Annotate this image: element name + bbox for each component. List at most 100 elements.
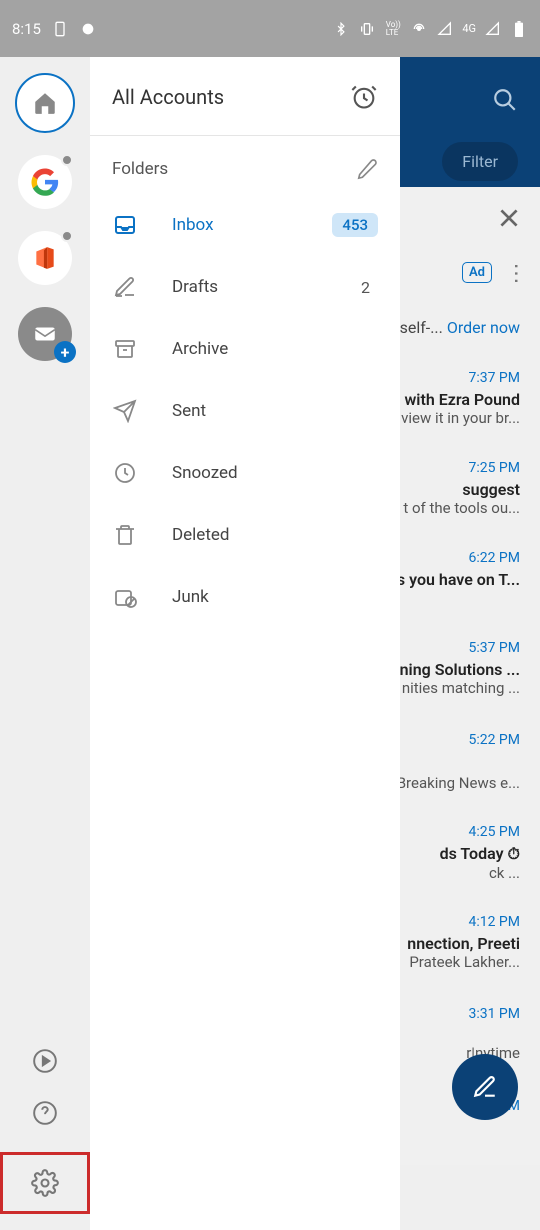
mail-time: 7:37 PM — [401, 370, 520, 386]
folder-snoozed[interactable]: Snoozed — [90, 442, 400, 504]
sent-icon — [112, 398, 138, 424]
account-rail: + — [0, 57, 90, 1230]
phone-icon — [51, 20, 69, 38]
folders-label: Folders — [112, 159, 168, 179]
account-home[interactable] — [15, 73, 75, 133]
bluetooth-icon — [332, 20, 350, 38]
add-account[interactable]: + — [18, 307, 72, 361]
signal-icon-2 — [484, 20, 502, 38]
unread-dot — [61, 230, 73, 242]
folder-label: Junk — [172, 587, 378, 607]
folder-deleted[interactable]: Deleted — [90, 504, 400, 566]
mail-icon — [32, 321, 58, 347]
mail-item[interactable]: 7:25 PM suggest t of the tools ou... — [403, 460, 520, 517]
mail-subject: suggest — [403, 480, 520, 499]
folder-count: 453 — [332, 213, 378, 237]
folder-label: Drafts — [172, 277, 319, 297]
mail-item[interactable]: 4:25 PM ds Today ⏱ ck ... — [440, 824, 520, 882]
lte-icon: Vo))LTE — [384, 20, 402, 38]
folder-junk[interactable]: Junk — [90, 566, 400, 628]
mail-preview: ck ... — [440, 864, 520, 882]
home-icon — [32, 90, 58, 116]
drawer-title: All Accounts — [112, 85, 224, 109]
clock: 8:15 — [12, 20, 41, 38]
nav-drawer: + All Accounts Folders — [0, 57, 400, 1230]
mail-subject: rning Solutions ... — [394, 660, 520, 679]
mail-preview: Prateek Lakher... — [407, 953, 520, 971]
folder-label: Deleted — [172, 525, 378, 545]
mail-preview: view it in your br... — [401, 409, 520, 427]
mail-time: 6:22 PM — [397, 550, 520, 566]
battery-icon — [510, 20, 528, 38]
drawer-main: All Accounts Folders Inbox 453 Drafts 2 — [90, 57, 400, 1230]
sync-icon — [79, 20, 97, 38]
rail-bottom — [0, 1048, 90, 1214]
mail-item[interactable]: 4:12 PM nnection, Preeti Prateek Lakher.… — [407, 914, 520, 971]
mail-time: 4:12 PM — [407, 914, 520, 930]
close-icon[interactable] — [496, 205, 522, 231]
status-left: 8:15 — [12, 20, 97, 38]
mail-subject: with Ezra Pound — [401, 390, 520, 409]
folder-archive[interactable]: Archive — [90, 318, 400, 380]
account-office[interactable] — [18, 231, 72, 285]
mail-item[interactable]: 7:37 PM with Ezra Pound view it in your … — [401, 370, 520, 427]
play-button[interactable] — [32, 1048, 58, 1074]
compose-fab[interactable] — [452, 1054, 518, 1120]
folder-sent[interactable]: Sent — [90, 380, 400, 442]
mail-time: 4:25 PM — [440, 824, 520, 840]
folder-count: 2 — [353, 278, 378, 297]
status-right: Vo))LTE 4G — [332, 20, 528, 38]
folder-label: Archive — [172, 339, 378, 359]
more-icon[interactable]: ⋯ — [504, 263, 529, 283]
help-button[interactable] — [32, 1100, 58, 1126]
folder-label: Snoozed — [172, 463, 378, 483]
hotspot-icon — [410, 20, 428, 38]
mail-item[interactable]: 6:22 PM s you have on T... — [397, 550, 520, 589]
mail-time: 3:31 PM — [466, 1006, 520, 1022]
mail-subject: nnection, Preeti — [407, 934, 520, 953]
mail-subject: ds Today ⏱ — [440, 844, 520, 864]
mail-preview: Breaking News e... — [397, 774, 520, 792]
snoozed-icon — [112, 460, 138, 486]
gear-icon — [31, 1169, 59, 1197]
search-button[interactable] — [492, 87, 518, 113]
folder-inbox[interactable]: Inbox 453 — [90, 194, 400, 256]
filter-button[interactable]: Filter — [442, 142, 518, 181]
edit-folders-icon[interactable] — [356, 158, 378, 180]
trash-icon — [112, 522, 138, 548]
ad-text: self-... — [400, 318, 443, 337]
drawer-header: All Accounts — [90, 57, 400, 136]
mail-preview: nities matching ... — [394, 679, 520, 697]
vibrate-icon — [358, 20, 376, 38]
archive-icon — [112, 336, 138, 362]
mail-preview: t of the tools ou... — [403, 499, 520, 517]
account-google[interactable] — [18, 155, 72, 209]
ad-line[interactable]: self-... Order now — [400, 318, 520, 337]
office-icon — [32, 245, 58, 271]
mail-item[interactable]: 3:31 PM r|nytime — [466, 1006, 520, 1062]
settings-button[interactable] — [0, 1152, 90, 1214]
mail-subject: s you have on T... — [397, 570, 520, 589]
mail-time: 5:37 PM — [394, 640, 520, 656]
mail-time: 7:25 PM — [403, 460, 520, 476]
ad-badge: Ad — [462, 262, 492, 283]
snooze-header-icon[interactable] — [350, 83, 378, 111]
net-label: 4G — [462, 22, 476, 35]
ad-cta[interactable]: Order now — [447, 318, 520, 337]
inbox-icon — [112, 212, 138, 238]
google-icon — [30, 167, 60, 197]
plus-icon: + — [54, 341, 76, 363]
mail-item[interactable]: 5:37 PM rning Solutions ... nities match… — [394, 640, 520, 697]
folders-header: Folders — [90, 136, 400, 194]
mail-item[interactable]: 5:22 PM Breaking News e... — [397, 732, 520, 792]
signal-icon-1 — [436, 20, 454, 38]
play-icon — [32, 1048, 58, 1074]
folder-label: Sent — [172, 401, 378, 421]
help-icon — [32, 1100, 58, 1126]
folder-label: Inbox — [172, 215, 298, 235]
folder-drafts[interactable]: Drafts 2 — [90, 256, 400, 318]
ad-row: Ad ⋯ — [462, 260, 526, 285]
status-bar: 8:15 Vo))LTE 4G — [0, 0, 540, 57]
unread-dot — [61, 154, 73, 166]
junk-icon — [112, 584, 138, 610]
